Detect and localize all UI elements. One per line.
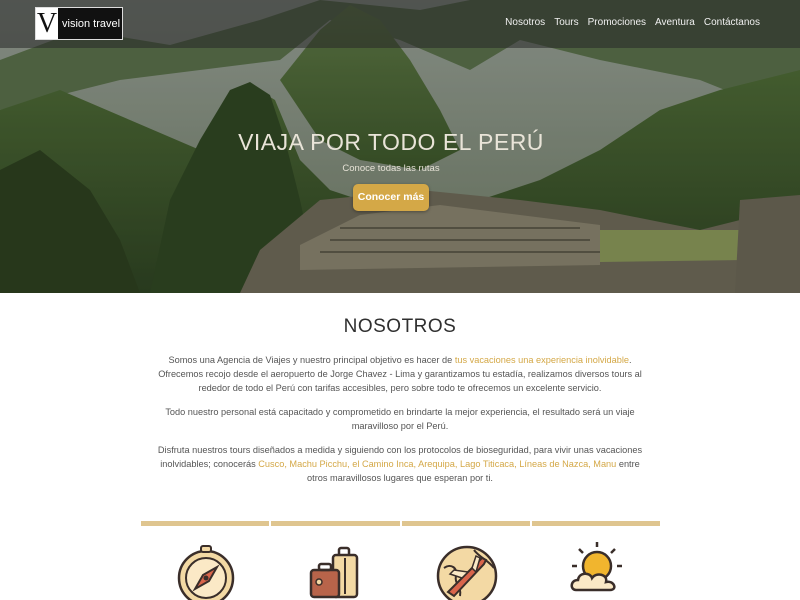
about-p1-text-a: Somos una Agencia de Viajes y nuestro pr…: [168, 355, 455, 365]
compass-icon: [177, 545, 235, 600]
about-p1-highlight: tus vacaciones una experiencia inolvidab…: [454, 355, 629, 365]
nav-menu: Nosotros Tours Promociones Aventura Cont…: [505, 17, 760, 28]
globe-plane-icon: [436, 545, 497, 600]
about-paragraph-3: Disfruta nuestros tours diseñados a medi…: [155, 443, 645, 485]
section-title-nosotros: NOSOTROS: [343, 316, 457, 337]
hero-banner: V vision travel Nosotros Tours Promocion…: [0, 0, 800, 293]
nav-link-nosotros[interactable]: Nosotros: [505, 17, 545, 28]
feature-card: [141, 521, 270, 600]
feature-card: [531, 521, 660, 600]
hero-title: VIAJA POR TODO EL PERÚ: [238, 129, 544, 155]
hero-subtitle: Conoce todas las rutas: [342, 163, 440, 174]
nav-link-contactanos[interactable]: Contáctanos: [704, 17, 760, 28]
feature-card: [271, 521, 400, 600]
sun-cloud-icon: [570, 542, 622, 592]
logo-text: vision travel: [62, 17, 121, 30]
feature-cards: [141, 521, 660, 600]
conocer-mas-button[interactable]: Conocer más: [353, 184, 429, 211]
about-paragraph-1: Somos una Agencia de Viajes y nuestro pr…: [155, 353, 645, 395]
feature-card: [401, 521, 530, 600]
navbar: V vision travel Nosotros Tours Promocion…: [0, 0, 800, 48]
logo-mark: V: [36, 8, 58, 39]
about-p3-highlight: Cusco, Machu Picchu, el Camino Inca, Are…: [258, 459, 617, 469]
nav-link-aventura[interactable]: Aventura: [655, 17, 695, 28]
nav-link-promociones[interactable]: Promociones: [588, 17, 646, 28]
nav-link-tours[interactable]: Tours: [554, 17, 578, 28]
luggage-icon: [310, 546, 359, 599]
about-paragraph-2: Todo nuestro personal está capacitado y …: [165, 407, 635, 431]
logo[interactable]: V vision travel: [35, 7, 123, 40]
